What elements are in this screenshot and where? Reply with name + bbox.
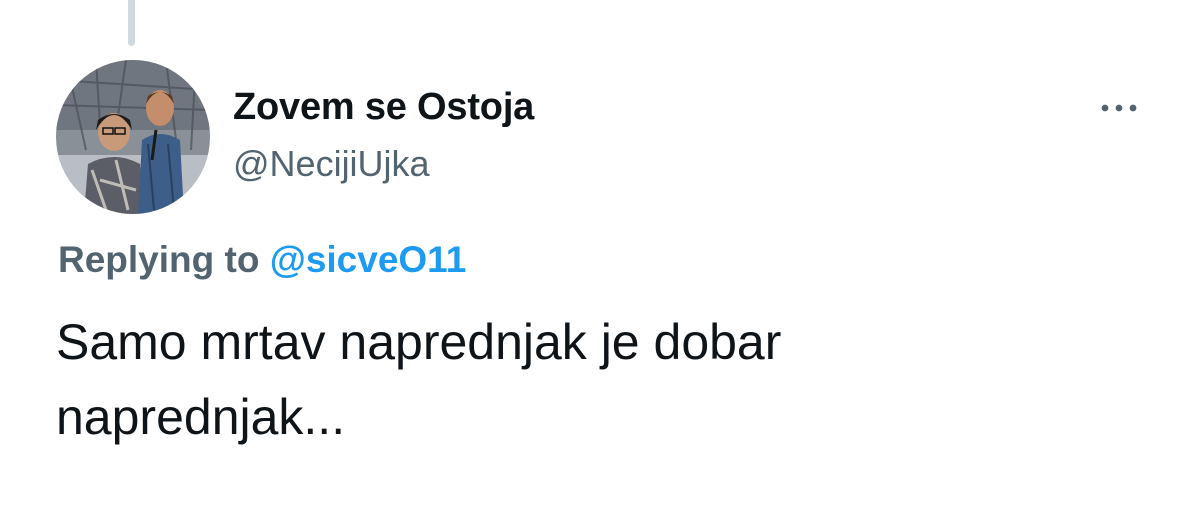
replying-to-line: Replying to @sicveO11 — [58, 239, 466, 281]
author-handle[interactable]: @NecijiUjka — [233, 143, 430, 185]
replying-to-label: Replying to — [58, 239, 260, 280]
reply-mention-link[interactable]: @sicveO11 — [270, 239, 467, 280]
tweet-text-line: naprednjak... — [56, 389, 346, 445]
more-options-button[interactable] — [1094, 94, 1144, 122]
avatar[interactable] — [56, 60, 210, 214]
author-display-name[interactable]: Zovem se Ostoja — [233, 86, 534, 129]
more-horizontal-icon — [1101, 104, 1137, 112]
avatar-photo — [56, 60, 210, 214]
tweet-text-line: Samo mrtav naprednjak je dobar — [56, 314, 782, 370]
thread-connector-line — [128, 0, 135, 46]
tweet-text: Samo mrtav naprednjak je dobar naprednja… — [56, 305, 1156, 455]
